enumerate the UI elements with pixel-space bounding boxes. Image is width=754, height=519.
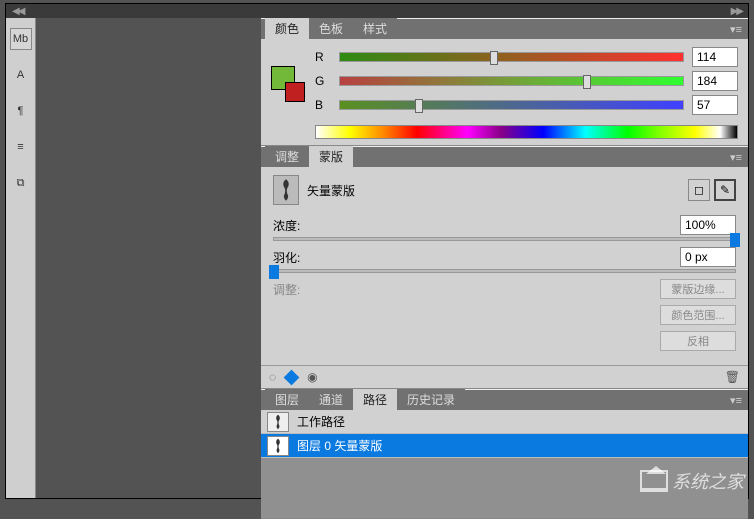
mask-icon-bar: ◌ ◉ 🗑 [261,365,748,388]
vector-mask-button[interactable]: ✎ [714,179,736,201]
eye-icon[interactable]: ◉ [307,370,317,384]
collapse-right-icon[interactable]: ▶▶ [731,6,742,17]
tool-text[interactable]: A [10,64,32,86]
watermark-text: 系统之家 [672,468,744,494]
loading-icon[interactable]: ◌ [269,370,276,384]
invert-button[interactable]: 反相 [660,331,736,351]
tool-paragraph[interactable]: ¶ [10,100,32,122]
path-item-label: 图层 0 矢量蒙版 [297,437,382,454]
g-value[interactable]: 184 [692,71,738,91]
tool-column: Mb A ¶ ≡ ⧉ [6,18,36,498]
mask-tab-row: 调整 蒙版 ▾≡ [261,147,748,167]
density-label: 浓度: [273,217,680,234]
panel-top-bar: ◀◀ ▶▶ [6,4,748,18]
paths-tab-row: 图层 通道 路径 历史记录 ▾≡ [261,390,748,410]
tab-swatches[interactable]: 色板 [309,18,353,39]
b-label: B [315,98,331,112]
background-swatch[interactable] [285,82,305,102]
tab-channels[interactable]: 通道 [309,389,353,410]
tool-mb[interactable]: Mb [10,28,32,50]
mask-edge-button[interactable]: 蒙版边缘... [660,279,736,299]
tab-color[interactable]: 颜色 [265,18,309,39]
b-value[interactable]: 57 [692,95,738,115]
watermark-logo-icon [640,470,668,492]
tab-mask[interactable]: 蒙版 [309,146,353,167]
color-tab-row: 颜色 色板 样式 ▾≡ [261,19,748,39]
color-swatches[interactable] [271,66,305,100]
path-item-label: 工作路径 [297,413,345,430]
feather-label: 羽化: [273,249,680,266]
color-panel: 颜色 色板 样式 ▾≡ R [261,18,748,146]
adjust-label: 调整: [273,281,323,298]
b-slider[interactable] [339,100,684,110]
g-label: G [315,74,331,88]
tab-adjust[interactable]: 调整 [265,146,309,167]
feather-value[interactable]: 0 px [680,247,736,267]
color-range-button[interactable]: 颜色范围... [660,305,736,325]
spectrum-bar[interactable] [315,125,738,139]
density-slider[interactable] [273,237,736,241]
tab-styles[interactable]: 样式 [353,18,397,39]
r-slider[interactable] [339,52,684,62]
mask-thumbnail[interactable] [273,175,299,205]
g-slider[interactable] [339,76,684,86]
density-value[interactable]: 100% [680,215,736,235]
apply-icon[interactable] [284,369,300,385]
mask-panel: 调整 蒙版 ▾≡ 矢量蒙版 ◻ ✎ 浓度: 100% [261,146,748,389]
path-item[interactable]: 图层 0 矢量蒙版 [261,434,748,458]
mask-title: 矢量蒙版 [307,182,684,199]
tool-notes[interactable]: ≡ [10,136,32,158]
panel-menu-icon[interactable]: ▾≡ [730,23,742,36]
feather-slider[interactable] [273,269,736,273]
pixel-mask-button[interactable]: ◻ [688,179,710,201]
panel-menu-icon[interactable]: ▾≡ [730,394,742,407]
path-list: 工作路径 图层 0 矢量蒙版 [261,410,748,458]
watermark: 系统之家 [640,468,744,494]
r-value[interactable]: 114 [692,47,738,67]
trash-icon[interactable]: 🗑 [725,370,740,384]
r-label: R [315,50,331,64]
tab-history[interactable]: 历史记录 [397,389,465,410]
path-thumb [267,412,289,432]
tab-layers[interactable]: 图层 [265,389,309,410]
path-thumb [267,436,289,456]
paths-panel: 图层 通道 路径 历史记录 ▾≡ 工作路径 图层 0 矢量蒙版 [261,389,748,519]
tool-clone[interactable]: ⧉ [10,172,32,194]
path-item[interactable]: 工作路径 [261,410,748,434]
tab-paths[interactable]: 路径 [353,389,397,410]
panel-menu-icon[interactable]: ▾≡ [730,151,742,164]
collapse-left-icon[interactable]: ◀◀ [12,6,23,17]
